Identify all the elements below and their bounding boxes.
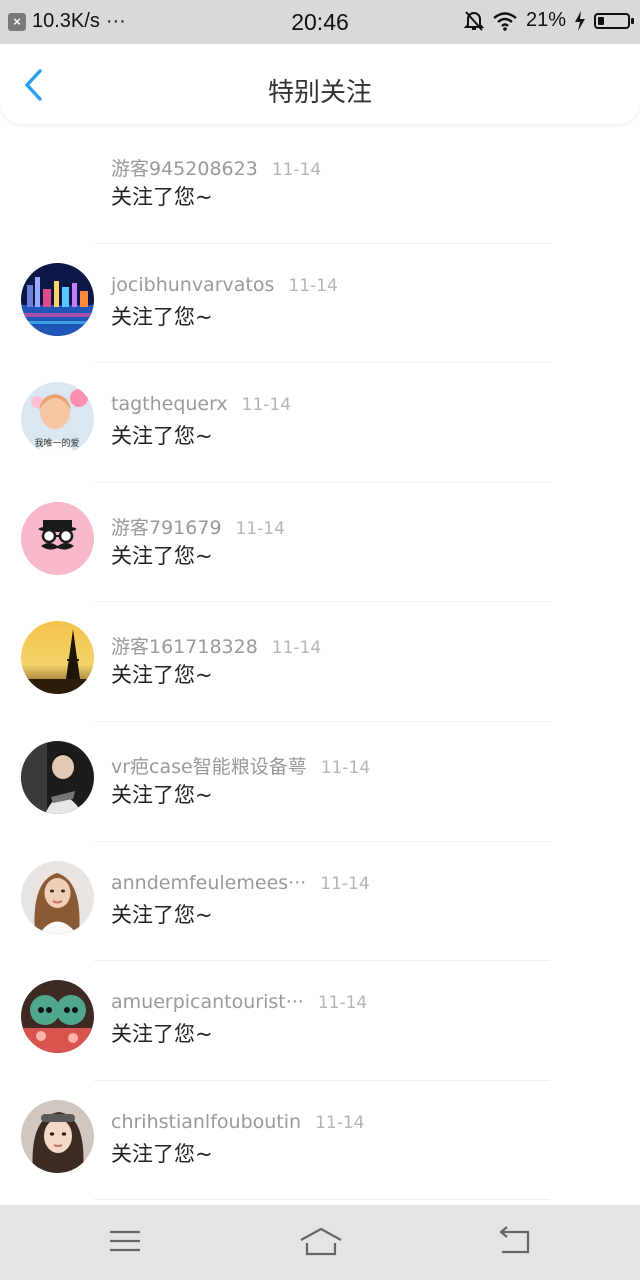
item-meta: vr疤case智能粮设备萼 11-14 [111, 752, 370, 779]
date: 11-14 [317, 993, 368, 1014]
avatar[interactable] [21, 501, 94, 575]
avatar[interactable] [21, 621, 94, 695]
username: 游客791679 [111, 516, 222, 539]
date: 11-14 [241, 395, 292, 416]
username: anndemfeulemees··· [111, 871, 307, 894]
date: 11-14 [271, 160, 322, 180]
date: 11-14 [235, 518, 285, 539]
menu-icon[interactable] [105, 1223, 145, 1259]
battery-icon [594, 12, 634, 29]
avatar[interactable] [21, 262, 94, 336]
message: 关注了您~ [111, 782, 213, 807]
username: vr疤case智能粮设备萼 [111, 755, 307, 778]
wifi-icon [493, 11, 517, 31]
home-icon[interactable] [298, 1223, 344, 1259]
system-nav-bar [0, 1205, 640, 1280]
avatar[interactable]: 我唯一的爱 [21, 382, 94, 456]
username: chrihstianlfouboutin [111, 1110, 302, 1133]
divider [94, 1199, 550, 1201]
item-meta: tagthequerx 11-14 [111, 393, 291, 415]
item-meta: anndemfeulemees··· 11-14 [111, 872, 370, 894]
list-item[interactable]: anndemfeulemees··· 11-14 关注了您~ [0, 842, 640, 962]
back-icon[interactable] [495, 1223, 535, 1259]
date: 11-14 [271, 638, 322, 659]
message: 关注了您~ [111, 1022, 213, 1047]
avatar[interactable] [21, 740, 94, 814]
list-item[interactable]: chrihstianlfouboutin 11-14 关注了您~ [0, 1081, 640, 1201]
notification-list: 游客945208623 11-14 关注了您~ jocibhunvarvatos 1… [0, 124, 640, 1201]
avatar[interactable] [21, 860, 94, 934]
list-item[interactable]: vr疤case智能粮设备萼 11-14 关注了您~ [0, 722, 640, 842]
message: 关注了您~ [111, 304, 213, 329]
top-app-bar: 特别关注 [0, 44, 640, 124]
avatar[interactable] [21, 1099, 94, 1173]
message: 关注了您~ [111, 185, 213, 209]
charging-bolt-icon [575, 10, 585, 31]
list-item[interactable]: jocibhunvarvatos 11-14 关注了您~ [0, 244, 640, 364]
list-item[interactable]: 我唯一的爱 tagthequerx 11-14 关注了您~ [0, 363, 640, 483]
status-bar: × 10.3K/s ··· 20:46 21% [0, 0, 640, 44]
list-item[interactable]: 游客945208623 11-14 关注了您~ [0, 124, 640, 244]
list-item[interactable]: amuerpicantourist··· 11-14 关注了您~ [0, 961, 640, 1081]
battery-level [598, 16, 604, 25]
list-item[interactable]: 游客161718328 11-14 关注了您~ [0, 602, 640, 722]
mute-bell-icon [463, 10, 484, 31]
item-meta: amuerpicantourist··· 11-14 [111, 991, 367, 1013]
battery-percent: 21% [525, 9, 566, 31]
username: jocibhunvarvatos [111, 273, 275, 296]
username: tagthequerx [111, 393, 228, 416]
message: 关注了您~ [111, 543, 213, 568]
item-meta: 游客945208623 11-14 [111, 154, 321, 181]
status-right: 21% [463, 9, 634, 32]
username: amuerpicantourist··· [111, 991, 304, 1014]
item-meta: 游客161718328 11-14 [111, 632, 321, 659]
item-meta: 游客791679 11-14 [111, 513, 285, 540]
avatar-caption: 我唯一的爱 [34, 437, 79, 449]
message: 关注了您~ [111, 902, 213, 927]
date: 11-14 [315, 1112, 365, 1133]
avatar[interactable] [21, 980, 94, 1054]
list-item[interactable]: 游客791679 11-14 关注了您~ [0, 483, 640, 603]
date: 11-14 [288, 275, 338, 296]
item-meta: jocibhunvarvatos 11-14 [111, 274, 338, 296]
username: 游客161718328 [111, 636, 258, 659]
item-meta: chrihstianlfouboutin 11-14 [111, 1111, 364, 1133]
date: 11-14 [320, 873, 370, 894]
username: 游客945208623 [111, 158, 258, 180]
message: 关注了您~ [111, 663, 213, 688]
date: 11-14 [320, 757, 371, 778]
page-title: 特别关注 [267, 78, 372, 108]
message: 关注了您~ [111, 1141, 213, 1166]
message: 关注了您~ [111, 424, 213, 449]
